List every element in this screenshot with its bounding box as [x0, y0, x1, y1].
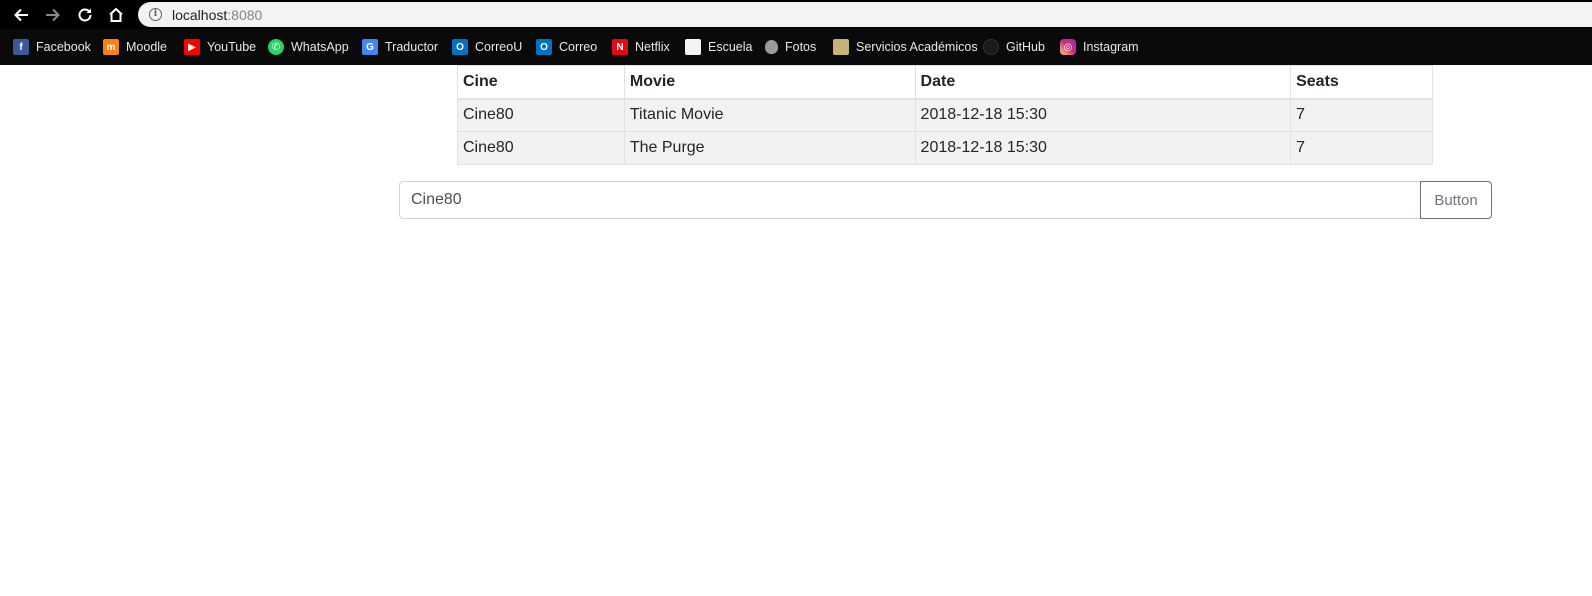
document-icon — [685, 39, 701, 55]
bookmark-label: Traductor — [385, 40, 439, 54]
cell-cine: Cine80 — [457, 98, 625, 132]
browser-toolbar: i localhost:8080 — [0, 0, 1592, 29]
outlook-icon: O — [536, 39, 552, 55]
outlook-icon: O — [452, 39, 468, 55]
table-row: Cine80 Titanic Movie 2018-12-18 15:30 7 — [457, 98, 1433, 132]
bookmarks-bar: f Facebook m Moodle ▶ YouTube ✆ WhatsApp G Traduc… — [0, 29, 1592, 65]
bookmark-github[interactable]: GitHub — [983, 38, 1045, 56]
table-row: Cine80 The Purge 2018-12-18 15:30 7 — [457, 131, 1433, 165]
bookmark-label: Facebook — [36, 40, 91, 54]
forward-icon[interactable] — [42, 4, 64, 26]
cell-cine: Cine80 — [457, 131, 625, 165]
facebook-icon: f — [13, 39, 29, 55]
bookmark-label: Fotos — [785, 40, 817, 54]
bookmark-label: GitHub — [1006, 40, 1045, 54]
home-icon[interactable] — [105, 4, 127, 26]
bookmark-label: WhatsApp — [291, 40, 349, 54]
bookmark-label: Servicios Académicos — [856, 40, 978, 54]
bookmark-label: CorreoU — [475, 40, 523, 54]
cell-movie: The Purge — [623, 131, 916, 165]
bookmark-correou[interactable]: O CorreoU — [452, 38, 522, 56]
url-text: localhost:8080 — [172, 7, 262, 23]
netflix-icon: N — [612, 39, 628, 55]
cell-seats: 7 — [1290, 98, 1433, 132]
bookmark-facebook[interactable]: f Facebook — [13, 38, 91, 56]
cell-movie: Titanic Movie — [623, 98, 916, 132]
reload-icon[interactable] — [74, 4, 96, 26]
url-host: localhost — [172, 7, 228, 23]
bookmark-fotos[interactable]: Fotos — [765, 38, 816, 56]
bookmark-label: Netflix — [635, 40, 670, 54]
cell-date: 2018-12-18 15:30 — [914, 131, 1292, 165]
moodle-icon: m — [103, 39, 119, 55]
column-header-movie: Movie — [623, 65, 916, 100]
bookmark-label: Instagram — [1083, 40, 1139, 54]
bookmark-escuela[interactable]: Escuela — [685, 38, 752, 56]
bookmark-moodle[interactable]: m Moodle — [103, 38, 167, 56]
table-header-row: Cine Movie Date Seats — [457, 65, 1433, 100]
academic-services-icon — [833, 39, 849, 55]
bookmark-correo[interactable]: O Correo — [536, 38, 597, 56]
bookmark-traductor[interactable]: G Traductor — [362, 38, 438, 56]
cell-seats: 7 — [1290, 131, 1433, 165]
bookmark-instagram[interactable]: ◎ Instagram — [1060, 38, 1139, 56]
cell-date: 2018-12-18 15:30 — [914, 98, 1292, 132]
bookmark-label: Moodle — [126, 40, 167, 54]
submit-button[interactable]: Button — [1420, 181, 1492, 219]
info-icon[interactable]: i — [149, 8, 162, 21]
column-header-seats: Seats — [1290, 65, 1433, 100]
apple-icon — [765, 40, 778, 54]
column-header-cine: Cine — [457, 65, 625, 100]
address-bar[interactable]: i localhost:8080 — [138, 2, 1592, 27]
showtimes-table: Cine Movie Date Seats Cine80 Titanic Mov… — [457, 65, 1433, 165]
url-port: :8080 — [227, 7, 263, 23]
bookmark-youtube[interactable]: ▶ YouTube — [184, 38, 256, 56]
cine-input[interactable] — [399, 181, 1421, 219]
bookmark-label: Escuela — [708, 40, 753, 54]
youtube-icon: ▶ — [184, 39, 200, 55]
instagram-icon: ◎ — [1060, 39, 1076, 55]
github-icon — [983, 39, 999, 55]
bookmark-whatsapp[interactable]: ✆ WhatsApp — [268, 38, 349, 56]
bookmark-label: Correo — [559, 40, 598, 54]
bookmark-netflix[interactable]: N Netflix — [612, 38, 670, 56]
bookmark-servicios-acad-micos[interactable]: Servicios Académicos — [833, 38, 978, 56]
column-header-date: Date — [914, 65, 1292, 100]
back-icon[interactable] — [10, 4, 32, 26]
whatsapp-icon: ✆ — [268, 39, 284, 55]
bookmark-label: YouTube — [207, 40, 257, 54]
translate-icon: G — [362, 39, 378, 55]
